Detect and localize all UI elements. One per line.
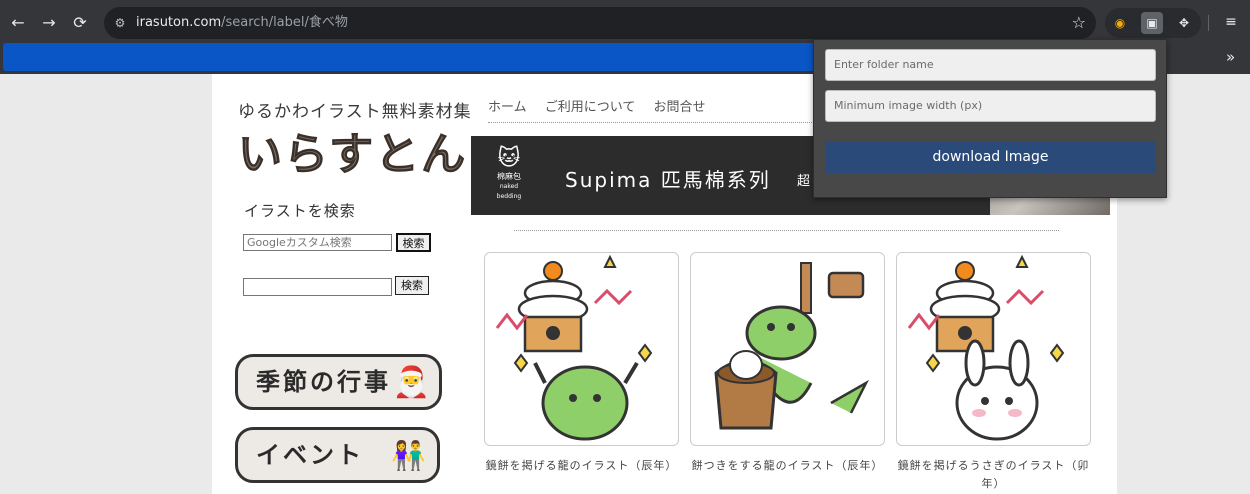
dragon-mochi-pounding-image	[714, 262, 869, 430]
site-search-button[interactable]: 検索	[395, 276, 429, 295]
site-search-input[interactable]	[243, 278, 392, 296]
card-caption[interactable]: 鏡餅を掲げるうさぎのイラスト（卯年）	[896, 457, 1091, 493]
site-nav: ホーム ご利用について お問合せ	[488, 96, 720, 115]
ad-extra: 超	[797, 174, 811, 189]
season-events-label: 季節の行事	[256, 368, 391, 396]
season-events-banner[interactable]: 季節の行事 🎅	[235, 354, 442, 410]
extension-clock-icon[interactable]: ◉	[1109, 12, 1131, 34]
redacted-bookmarks	[3, 43, 819, 71]
url-text[interactable]: irasuton.com/search/label/食べ物	[136, 15, 348, 31]
nav-divider	[488, 122, 818, 123]
search-button[interactable]: 検索	[396, 233, 431, 252]
card-caption[interactable]: 餅つきをする龍のイラスト（辰年）	[690, 457, 885, 475]
image-downloader-extension-icon[interactable]: ▣	[1141, 12, 1163, 34]
illustration-card[interactable]	[484, 252, 679, 446]
rabbit-kagami-mochi-image	[907, 254, 1065, 441]
folder-name-input[interactable]: Enter folder name	[825, 49, 1156, 81]
ad-brand: 棉麻包	[497, 172, 521, 181]
search-heading: イラストを検索	[244, 202, 356, 220]
illustration-card[interactable]	[896, 252, 1091, 446]
nav-home[interactable]: ホーム	[488, 100, 527, 115]
santa-icon: 🎅	[392, 365, 433, 400]
address-bar[interactable]: ⚙ irasuton.com/search/label/食べ物 ☆	[104, 7, 1096, 39]
back-arrow-icon[interactable]: ←	[6, 11, 30, 35]
nav-terms[interactable]: ご利用について	[545, 100, 636, 115]
min-width-input[interactable]: Minimum image width (px)	[825, 90, 1156, 122]
site-settings-icon[interactable]: ⚙	[112, 15, 128, 31]
download-image-button[interactable]: download Image	[825, 141, 1156, 173]
events-banner[interactable]: イベント 👫	[235, 427, 440, 483]
more-bookmarks-icon[interactable]: »	[1226, 46, 1235, 68]
content-divider	[514, 230, 1059, 231]
url-path: /search/label/食べ物	[221, 15, 348, 30]
extensions-group: ◉ ▣ ✥	[1105, 8, 1201, 38]
reading-list-icon[interactable]: ≡	[1220, 11, 1242, 33]
wedding-couple-icon: 👫	[391, 439, 429, 472]
ad-headline: Supima 匹馬棉系列	[565, 168, 771, 192]
forward-arrow-icon[interactable]: →	[37, 11, 61, 35]
nav-contact[interactable]: お問合せ	[654, 100, 706, 115]
cat-icon: 🐱	[497, 146, 521, 171]
ad-logo: 🐱 棉麻包 naked bedding	[491, 146, 527, 202]
site-logo[interactable]: いらすとん	[237, 118, 467, 182]
bookmark-star-icon[interactable]: ☆	[1072, 13, 1086, 33]
url-host: irasuton.com	[136, 15, 222, 30]
google-search-input[interactable]: Googleカスタム検索	[243, 234, 392, 251]
card-caption[interactable]: 鏡餅を掲げる龍のイラスト（辰年）	[484, 457, 679, 475]
events-label: イベント	[256, 441, 364, 469]
extensions-puzzle-icon[interactable]: ✥	[1173, 12, 1195, 34]
dragon-kagami-mochi-image	[495, 254, 653, 441]
image-downloader-popup: Enter folder name Minimum image width (p…	[813, 39, 1167, 198]
illustration-card[interactable]	[690, 252, 885, 446]
reload-icon[interactable]: ⟳	[68, 11, 92, 35]
ad-brand-sub: naked bedding	[496, 183, 522, 200]
toolbar-divider	[1208, 15, 1209, 31]
